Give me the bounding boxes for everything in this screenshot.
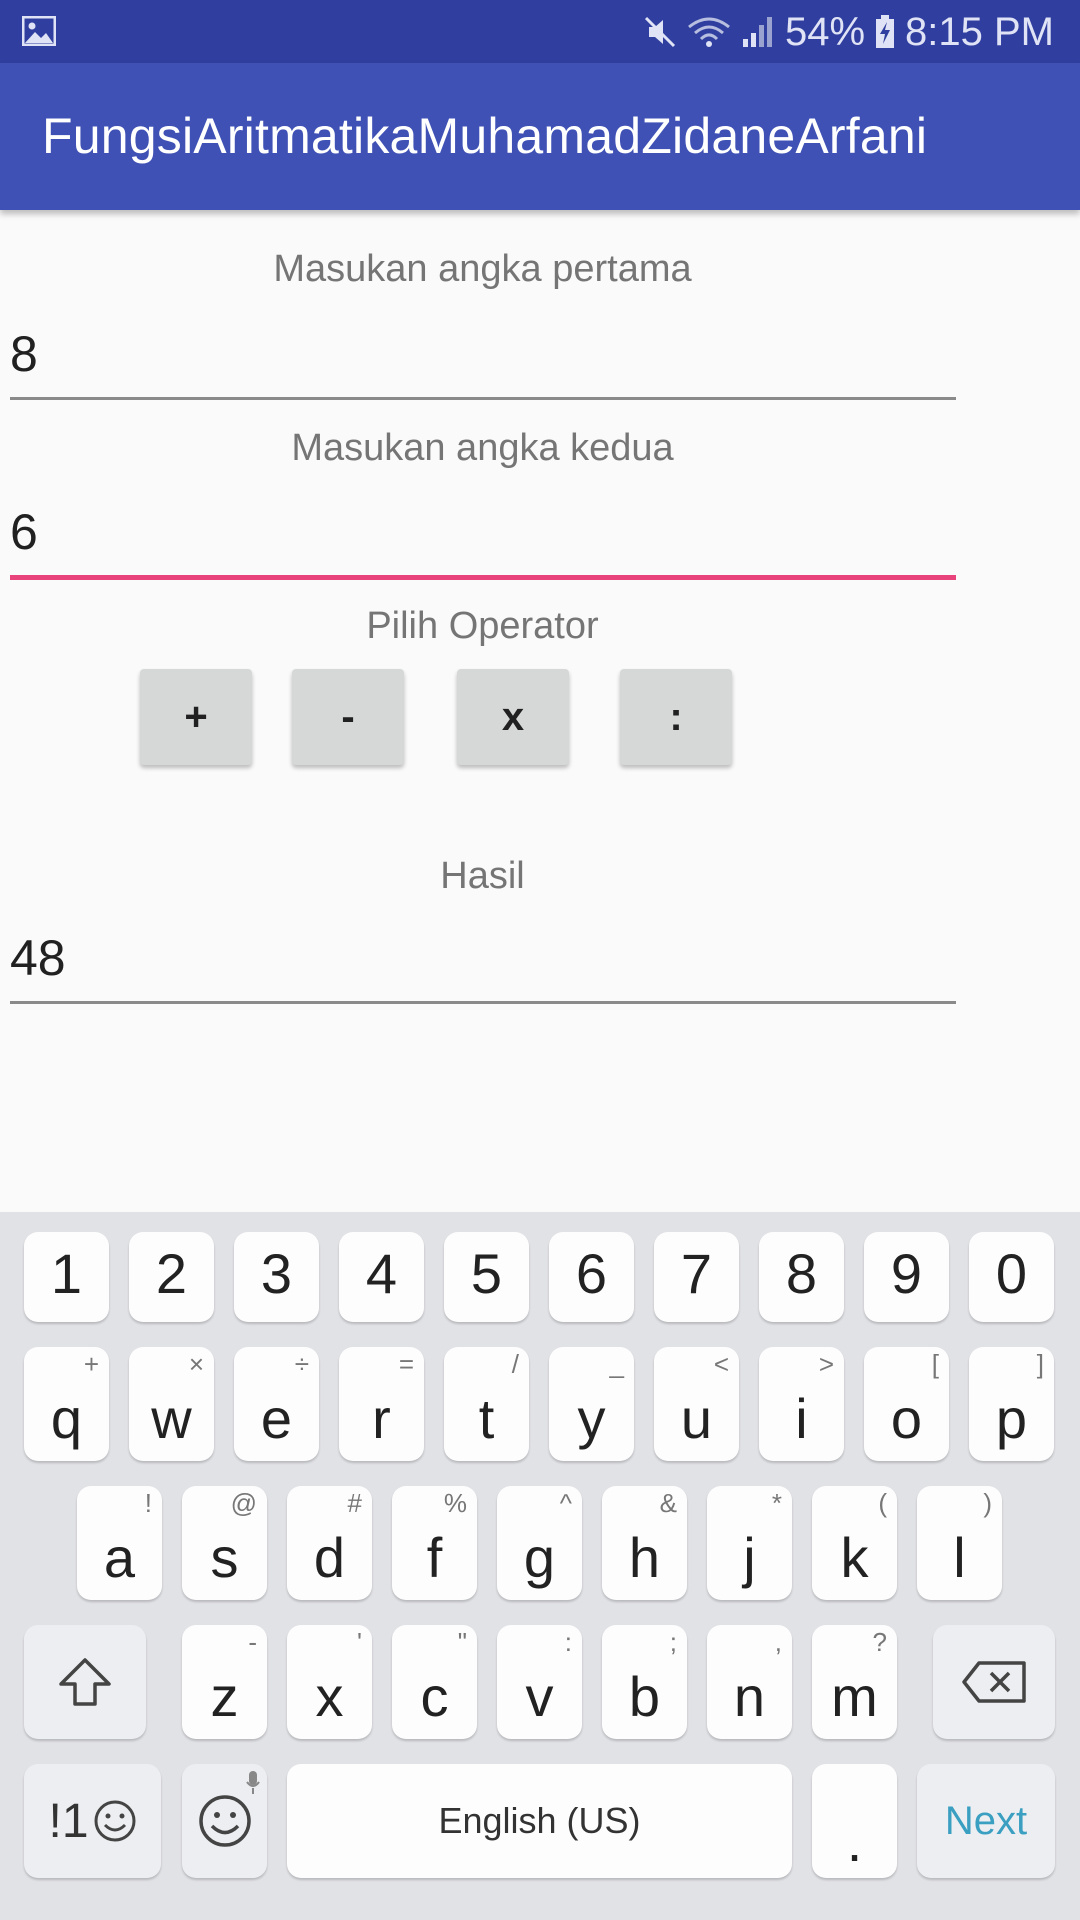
key-b[interactable]: ; b — [602, 1625, 687, 1739]
result-value: 48 — [10, 930, 66, 986]
key-g[interactable]: ^ g — [497, 1486, 582, 1600]
key-w[interactable]: × w — [129, 1347, 214, 1461]
key-5[interactable]: 5 — [444, 1232, 529, 1322]
first-number-label: Masukan angka pertama — [273, 248, 692, 290]
key-h[interactable]: & h — [602, 1486, 687, 1600]
key-k[interactable]: (k — [812, 1486, 897, 1600]
emoji-icon — [198, 1795, 251, 1847]
space-key-label: English (US) — [438, 1800, 641, 1841]
period-key[interactable]: . — [812, 1764, 897, 1878]
key-p[interactable]: ] p — [969, 1347, 1054, 1461]
key-i[interactable]: > i — [759, 1347, 844, 1461]
key-z[interactable]: -z — [182, 1625, 267, 1739]
result-label: Hasil — [440, 855, 525, 897]
battery-percent: 54% — [784, 9, 866, 54]
key-3[interactable]: 3 — [234, 1232, 319, 1322]
app-title: FungsiAritmatikaMuhamadZidaneArfani — [42, 108, 928, 164]
emoji-key[interactable] — [182, 1764, 267, 1878]
key-o[interactable]: [o — [864, 1347, 949, 1461]
key-4[interactable]: 4 — [339, 1232, 424, 1322]
key-l[interactable]: ) l — [917, 1486, 1002, 1600]
shift-arrow-icon — [59, 1658, 111, 1706]
key-j[interactable]: * j — [707, 1486, 792, 1600]
key-e[interactable]: ÷ e — [234, 1347, 319, 1461]
status-bar: 54% 8:15 PM — [0, 0, 1080, 63]
key-6[interactable]: 6 — [549, 1232, 634, 1322]
key-r[interactable]: = r — [339, 1347, 424, 1461]
key-9[interactable]: 9 — [864, 1232, 949, 1322]
key-d[interactable]: # d — [287, 1486, 372, 1600]
mute-icon — [644, 16, 676, 48]
first-number-value: 8 — [10, 326, 38, 382]
backspace-key[interactable] — [933, 1625, 1055, 1739]
key-s[interactable]: @ s — [182, 1486, 267, 1600]
key-y[interactable]: _ y — [549, 1347, 634, 1461]
key-8[interactable]: 8 — [759, 1232, 844, 1322]
key-q[interactable]: + q — [24, 1347, 109, 1461]
divide-button[interactable]: : — [620, 669, 732, 765]
key-u[interactable]: < u — [654, 1347, 739, 1461]
symbols-emoji-key[interactable]: !1 — [24, 1764, 161, 1878]
key-x[interactable]: ' x — [287, 1625, 372, 1739]
key-2[interactable]: 2 — [129, 1232, 214, 1322]
app-bar: FungsiAritmatikaMuhamadZidaneArfani — [0, 63, 1080, 210]
symbols-label: !1 — [48, 1794, 89, 1848]
key-v[interactable]: :v — [497, 1625, 582, 1739]
add-button[interactable]: + — [140, 669, 252, 765]
key-0[interactable]: 0 — [969, 1232, 1054, 1322]
battery-charging-icon — [876, 15, 895, 48]
second-number-label: Masukan angka kedua — [291, 427, 674, 469]
key-t[interactable]: / t — [444, 1347, 529, 1461]
backspace-icon — [962, 1661, 1026, 1703]
signal-icon — [742, 17, 772, 47]
key-1[interactable]: 1 — [24, 1232, 109, 1322]
wifi-icon — [688, 17, 730, 47]
second-number-field[interactable]: 6 — [10, 500, 956, 580]
shift-key[interactable] — [24, 1625, 146, 1739]
multiply-button[interactable]: x — [457, 669, 569, 765]
operator-label: Pilih Operator — [366, 605, 599, 647]
subtract-button[interactable]: - — [292, 669, 404, 765]
clock: 8:15 PM — [905, 9, 1054, 54]
second-number-value: 6 — [10, 504, 38, 560]
key-n[interactable]: ,n — [707, 1625, 792, 1739]
first-number-field[interactable]: 8 — [10, 320, 956, 400]
next-key[interactable]: Next — [917, 1764, 1055, 1878]
key-a[interactable]: ! a — [77, 1486, 162, 1600]
key-m[interactable]: ? m — [812, 1625, 897, 1739]
space-key[interactable]: English (US) — [287, 1764, 792, 1878]
key-f[interactable]: % f — [392, 1486, 477, 1600]
result-field[interactable]: 48 — [10, 924, 956, 1004]
gallery-notification-icon — [22, 16, 56, 46]
key-c[interactable]: " c — [392, 1625, 477, 1739]
soft-keyboard: 1 2 3 4 5 6 7 8 9 0 + q × w ÷ e = r / t _ y < u… — [0, 1212, 1080, 1920]
key-7[interactable]: 7 — [654, 1232, 739, 1322]
emoji-small-icon — [94, 1800, 136, 1842]
next-key-label: Next — [944, 1798, 1028, 1843]
